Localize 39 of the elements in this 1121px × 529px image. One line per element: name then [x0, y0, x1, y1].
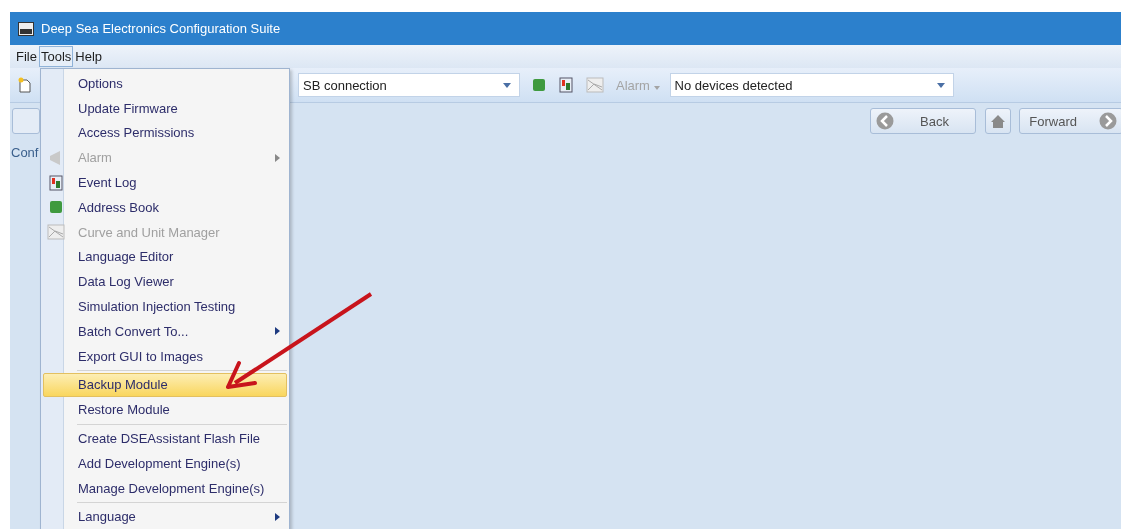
connection-dropdown[interactable]: SB connection — [298, 73, 520, 97]
tab[interactable]: Conf — [11, 145, 39, 160]
caret-icon — [936, 82, 945, 88]
menu-item[interactable]: Language Editor — [43, 244, 287, 270]
menu-item[interactable]: Add Development Engine(s) — [43, 450, 287, 476]
home-icon — [990, 113, 1006, 129]
menu-item[interactable]: Batch Convert To... — [43, 318, 287, 344]
home-button[interactable] — [985, 108, 1011, 134]
log-icon — [48, 174, 64, 191]
chart-icon[interactable] — [586, 77, 604, 93]
toolbar-button[interactable] — [12, 108, 40, 134]
menu-item[interactable]: Restore Module — [43, 397, 287, 423]
book-icon — [49, 200, 63, 215]
menu-item[interactable]: Backup Module — [43, 372, 287, 398]
menu-item[interactable]: Update Firmware — [43, 95, 287, 121]
menu-item[interactable]: Language — [43, 504, 287, 529]
new-file-icon[interactable] — [18, 77, 32, 93]
app-icon — [18, 21, 34, 36]
menu-item[interactable]: Export GUI to Images — [43, 343, 287, 369]
menu-item[interactable]: Address Book — [43, 195, 287, 220]
menu-item[interactable]: Access Permissions — [43, 120, 287, 146]
menu-item[interactable]: File — [14, 46, 39, 67]
log-icon[interactable] — [558, 77, 574, 93]
menu-item[interactable]: Event Log — [43, 170, 287, 195]
back-button[interactable]: Back — [870, 108, 976, 134]
menu-item[interactable]: Help — [73, 46, 105, 67]
menu-item[interactable]: Tools — [38, 46, 74, 67]
caret-icon — [503, 82, 511, 88]
chart-icon — [47, 224, 65, 241]
window-title: Deep Sea Electronics Configuration Suite — [41, 21, 281, 36]
menu-item[interactable]: Options — [43, 71, 287, 96]
menu-item[interactable]: Create DSEAssistant Flash File — [43, 426, 287, 451]
book-icon[interactable] — [532, 78, 546, 92]
caret-icon — [653, 85, 660, 90]
menu-item[interactable]: Simulation Injection Testing — [43, 294, 287, 319]
forward-button[interactable]: Forward — [1019, 108, 1121, 134]
menu-item[interactable]: Data Log Viewer — [43, 269, 287, 295]
device-dropdown[interactable]: No devices detected — [669, 73, 954, 97]
menu-item[interactable]: Manage Development Engine(s) — [43, 475, 287, 501]
